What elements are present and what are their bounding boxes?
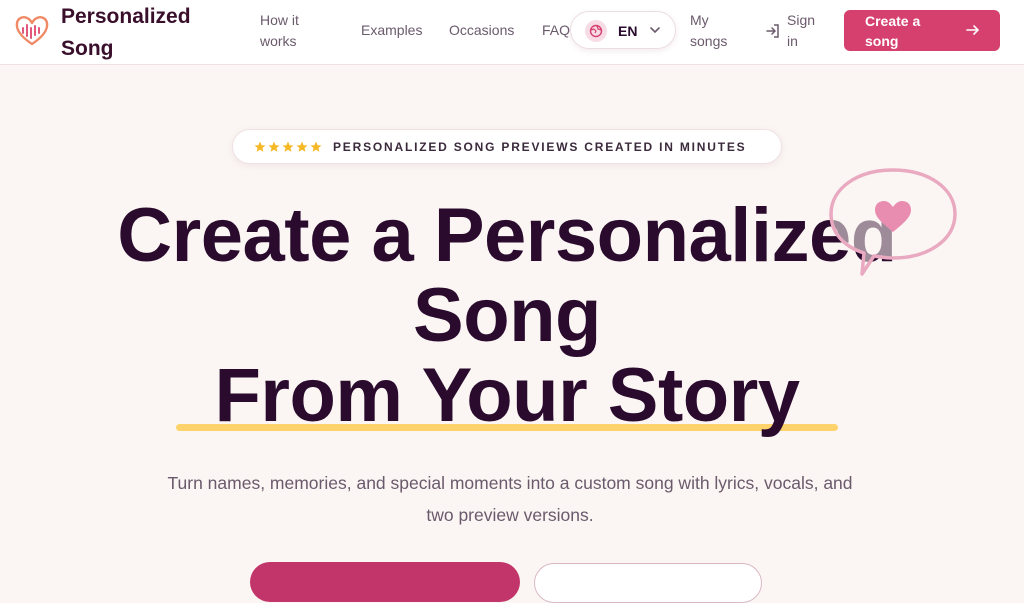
headline-line-2: Song xyxy=(413,273,601,358)
brand-name: Personalized Song xyxy=(61,5,191,60)
nav-examples[interactable]: Examples xyxy=(361,20,422,41)
hero-subtitle: Turn names, memories, and special moment… xyxy=(167,473,853,525)
badge-text: PERSONALIZED SONG PREVIEWS CREATED IN MI… xyxy=(333,140,747,154)
nav-occasions[interactable]: Occasions xyxy=(449,20,514,41)
create-song-button[interactable]: Create a song xyxy=(844,10,1000,51)
language-selector[interactable]: EN xyxy=(570,11,676,49)
sign-in-label: Sign in xyxy=(787,12,816,49)
five-star-rating-icon xyxy=(254,141,322,152)
chevron-down-icon xyxy=(650,27,660,34)
globe-icon xyxy=(585,20,607,42)
sign-in-icon xyxy=(766,24,779,38)
create-song-label: Create a song xyxy=(865,13,921,49)
hero-primary-button[interactable] xyxy=(250,562,520,602)
heart-wave-logo-icon xyxy=(15,16,49,46)
nav-how-it-works[interactable]: How it works xyxy=(260,10,320,52)
heart-speech-bubble-icon xyxy=(829,168,957,276)
hero-secondary-button[interactable] xyxy=(534,563,762,603)
language-code: EN xyxy=(618,23,638,39)
headline-line-3: From Your Story xyxy=(214,353,800,438)
nav-my-songs[interactable]: My songs xyxy=(690,10,740,52)
top-navigation-bar: Personalized Song How it works Examples … xyxy=(0,0,1024,65)
arrow-right-icon xyxy=(966,25,980,35)
rating-badge: PERSONALIZED SONG PREVIEWS CREATED IN MI… xyxy=(232,129,782,164)
nav-faq[interactable]: FAQ xyxy=(542,20,570,41)
